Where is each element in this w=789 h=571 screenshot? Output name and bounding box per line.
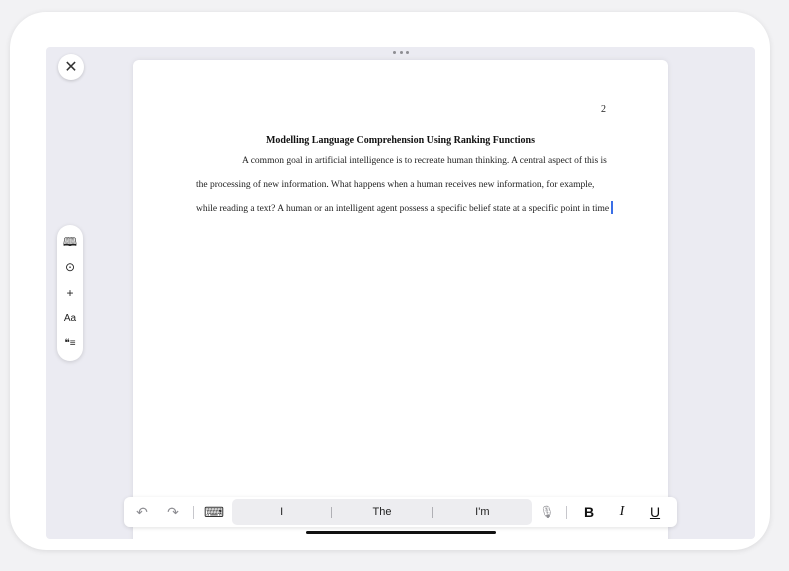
bold-button[interactable]: B xyxy=(580,497,598,527)
grabber-dot xyxy=(406,50,409,54)
grabber-dot xyxy=(393,50,396,54)
book-icon[interactable]: 🕮 xyxy=(63,233,77,251)
document-page[interactable]: 2 Modelling Language Comprehension Using… xyxy=(133,60,668,539)
text-cursor xyxy=(611,201,614,214)
close-icon: ✕ xyxy=(64,59,78,76)
quote-icon[interactable]: ❝≡ xyxy=(64,335,75,353)
document-body[interactable]: A common goal in artificial intelligence… xyxy=(196,149,616,221)
suggestion-item[interactable]: I xyxy=(232,506,331,518)
document-title: Modelling Language Comprehension Using R… xyxy=(265,135,536,146)
toolbar-divider xyxy=(193,506,194,519)
more-icon[interactable]: ⊙ xyxy=(65,258,75,276)
page-number: 2 xyxy=(601,104,606,115)
home-indicator[interactable] xyxy=(306,531,496,534)
predictive-suggestions: I The I'm xyxy=(232,499,532,525)
microphone-icon[interactable]: 🎙 xyxy=(538,497,556,527)
redo-icon[interactable]: ↷ xyxy=(164,497,182,527)
undo-icon[interactable]: ↶ xyxy=(133,497,151,527)
keyboard-shortcut-bar: ↶ ↷ ⌨ I The I'm 🎙 B I U xyxy=(124,497,677,527)
underline-button[interactable]: U xyxy=(646,497,664,527)
italic-button[interactable]: I xyxy=(613,497,631,527)
font-icon[interactable]: Aa xyxy=(64,310,76,328)
keyboard-icon[interactable]: ⌨ xyxy=(204,497,224,527)
add-icon[interactable]: + xyxy=(66,284,73,302)
grabber-dot xyxy=(399,50,403,54)
side-toolbar: 🕮 ⊙ + Aa ❝≡ xyxy=(57,225,83,361)
toolbar-divider xyxy=(566,506,567,519)
app-screen: ✕ 2 Modelling Language Comprehension Usi… xyxy=(46,47,755,539)
close-button[interactable]: ✕ xyxy=(58,54,84,80)
document-body-text: A common goal in artificial intelligence… xyxy=(196,156,610,214)
suggestion-item[interactable]: The xyxy=(332,506,431,518)
tablet-frame: ✕ 2 Modelling Language Comprehension Usi… xyxy=(10,12,770,550)
window-grabber[interactable] xyxy=(393,49,409,55)
suggestion-item[interactable]: I'm xyxy=(433,506,532,518)
